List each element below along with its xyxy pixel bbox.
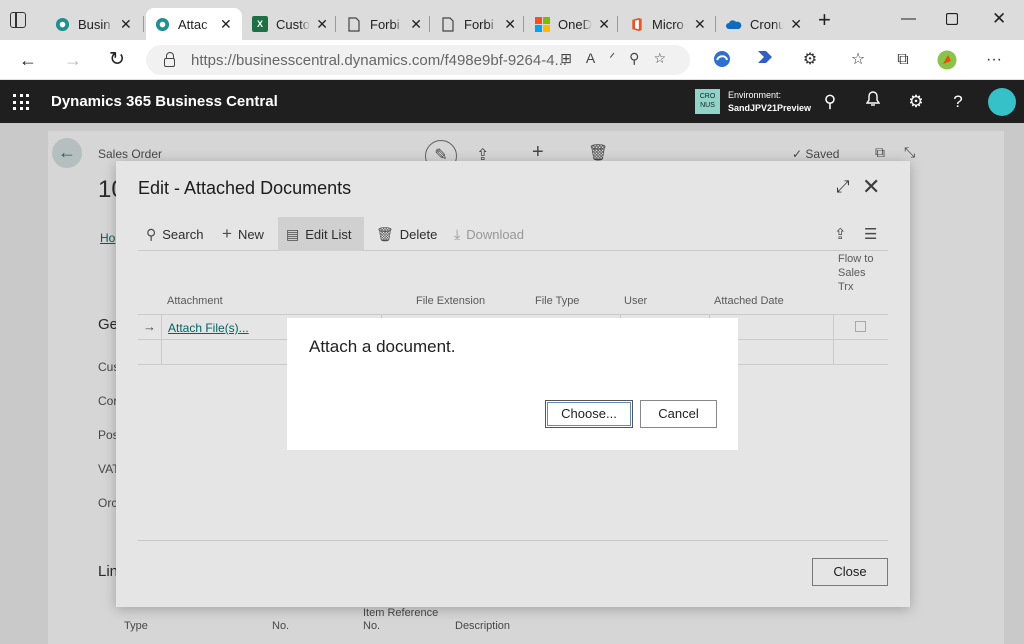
modal-title: Attach a document. xyxy=(309,337,456,356)
app-launcher-icon[interactable] xyxy=(13,94,29,110)
tab-label: Cronu xyxy=(750,16,785,32)
office-icon xyxy=(628,16,644,32)
tab-onedrive[interactable]: OneD ✕ xyxy=(526,8,618,40)
more-options-icon[interactable]: ··· xyxy=(984,50,1004,70)
close-icon[interactable]: ✕ xyxy=(790,16,802,33)
tab-actions-icon[interactable] xyxy=(10,12,26,28)
close-icon[interactable]: ✕ xyxy=(694,16,706,33)
window-close-button[interactable]: ✕ xyxy=(992,9,1006,29)
excel-icon: X xyxy=(252,16,268,32)
browser-toolbar: ← → ↻ https://businesscentral.dynamics.c… xyxy=(0,40,1024,80)
tab-label: Busin xyxy=(78,16,111,32)
page-icon xyxy=(440,16,456,32)
url-text: https://businesscentral.dynamics.com/f49… xyxy=(191,51,568,69)
bc-icon xyxy=(154,16,170,32)
favorite-add-icon[interactable]: ☆ xyxy=(653,50,680,66)
forward-button[interactable]: → xyxy=(61,48,85,72)
tab-forbidden-1[interactable]: Forbi ✕ xyxy=(338,8,430,40)
lock-icon xyxy=(164,51,175,67)
environment-badge: CRO NUS xyxy=(695,89,720,114)
environment-info: Environment: SandJPV21Preview xyxy=(728,89,811,115)
help-icon[interactable]: ? xyxy=(947,91,969,113)
tab-label: Forbi xyxy=(464,16,494,32)
edge-extension-icon[interactable] xyxy=(712,50,732,70)
onedrive-icon xyxy=(726,16,742,32)
tab-microsoft[interactable]: Micro ✕ xyxy=(620,8,716,40)
close-icon[interactable]: ✕ xyxy=(410,16,422,33)
favorites-icon[interactable]: ☆ xyxy=(848,50,868,70)
tab-attached-documents[interactable]: Attac ✕ xyxy=(146,8,242,40)
tab-label: Forbi xyxy=(370,16,400,32)
new-tab-button[interactable]: + xyxy=(818,9,831,31)
power-automate-icon[interactable] xyxy=(756,50,776,70)
tab-label: Attac xyxy=(178,16,208,32)
close-icon[interactable]: ✕ xyxy=(316,16,328,33)
choose-button[interactable]: Choose... xyxy=(545,400,633,428)
avatar[interactable] xyxy=(988,88,1016,116)
zoom-icon[interactable]: ⚲ xyxy=(629,50,653,66)
address-actions: ⊞Aᐟ⚲☆ xyxy=(560,50,680,67)
notifications-icon[interactable] xyxy=(862,91,884,113)
environment-label: Environment: xyxy=(728,90,782,100)
microsoft-icon xyxy=(534,16,550,32)
close-icon[interactable]: ✕ xyxy=(598,16,610,33)
tab-label: Micro xyxy=(652,16,684,32)
close-icon[interactable]: ✕ xyxy=(504,16,516,33)
product-title[interactable]: Dynamics 365 Business Central xyxy=(51,93,278,110)
read-aloud-icon[interactable]: Aᐟ xyxy=(586,50,629,66)
bc-icon xyxy=(54,16,70,32)
browser-tab-strip: Busin ✕ Attac ✕ X Custo ✕ Forbi ✕ Forbi … xyxy=(0,0,1024,40)
collections-icon[interactable]: ⧉ xyxy=(893,50,913,70)
back-button[interactable]: ← xyxy=(16,48,40,72)
tab-customers[interactable]: X Custo ✕ xyxy=(244,8,336,40)
close-icon[interactable]: ✕ xyxy=(220,16,232,33)
tab-label: OneD xyxy=(558,16,592,32)
tab-business-central[interactable]: Busin ✕ xyxy=(46,8,144,40)
close-icon[interactable]: ✕ xyxy=(120,16,132,33)
address-bar[interactable]: https://businesscentral.dynamics.com/f49… xyxy=(146,45,690,75)
extensions-icon[interactable]: ⚙ xyxy=(800,50,820,70)
tab-label: Custo xyxy=(276,16,310,32)
minimize-button[interactable]: — xyxy=(901,10,916,27)
app-grid-icon[interactable]: ⊞ xyxy=(560,50,586,66)
environment-name: SandJPV21Preview xyxy=(728,103,812,113)
search-icon[interactable]: ⚲ xyxy=(819,91,841,113)
bc-header: Dynamics 365 Business Central CRO NUS En… xyxy=(0,80,1024,123)
settings-icon[interactable]: ⚙ xyxy=(905,91,927,113)
profile-icon[interactable] xyxy=(937,50,957,70)
cancel-button[interactable]: Cancel xyxy=(640,400,717,428)
attach-document-modal: Attach a document. Choose... Cancel xyxy=(287,318,738,450)
tab-forbidden-2[interactable]: Forbi ✕ xyxy=(432,8,524,40)
page-icon xyxy=(346,16,362,32)
tab-cronus[interactable]: Cronu ✕ xyxy=(718,8,810,40)
maximize-button[interactable] xyxy=(945,12,959,29)
refresh-button[interactable]: ↻ xyxy=(105,48,129,72)
